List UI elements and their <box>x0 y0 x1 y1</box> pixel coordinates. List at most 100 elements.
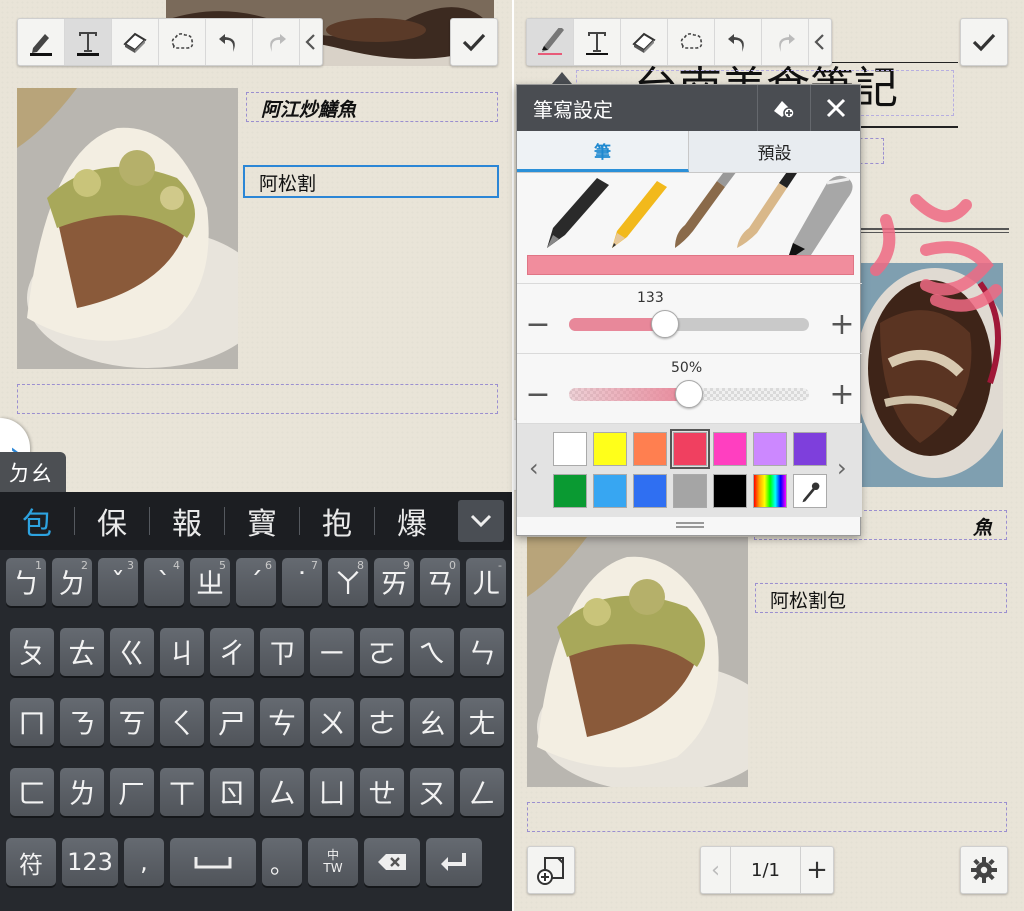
lasso-tool[interactable] <box>668 19 715 65</box>
color-swatch-4[interactable] <box>670 429 710 469</box>
key-1-9[interactable]: ㄞ9 <box>374 558 414 606</box>
key-4-4[interactable]: ㄒ <box>160 768 204 816</box>
symbol-key[interactable]: 符 <box>6 838 56 886</box>
pencil[interactable] <box>612 181 667 248</box>
palette-prev-button[interactable]: ‹ <box>529 454 545 484</box>
collapse-toolbar-button[interactable] <box>809 19 831 65</box>
settings-button[interactable] <box>960 846 1008 894</box>
candidate-4[interactable]: 寶 <box>225 499 299 543</box>
key-1-6[interactable]: ˊ6 <box>236 558 276 606</box>
key-1-11[interactable]: ㄦ- <box>466 558 506 606</box>
key-2-2[interactable]: ㄊ <box>60 628 104 676</box>
tab-pen[interactable]: 筆 <box>517 131 689 172</box>
done-button[interactable] <box>450 18 498 66</box>
marker-pen[interactable] <box>737 173 797 248</box>
eyedropper-button[interactable] <box>793 474 827 508</box>
expand-candidates-button[interactable] <box>458 500 504 542</box>
number-key[interactable]: 123 <box>62 838 118 886</box>
opacity-decrease-button[interactable]: − <box>525 377 551 412</box>
fill-settings-button[interactable] <box>757 85 807 131</box>
caption-text-box[interactable]: 阿松割包 <box>755 583 1007 613</box>
candidate-2[interactable]: 保 <box>75 499 149 543</box>
color-swatch-2[interactable] <box>593 432 627 466</box>
key-2-7[interactable]: ㄧ <box>310 628 354 676</box>
period-key[interactable]: 。 <box>262 838 302 886</box>
key-3-1[interactable]: ㄇ <box>10 698 54 746</box>
key-1-1[interactable]: ㄅ1 <box>6 558 46 606</box>
key-1-2[interactable]: ㄉ2 <box>52 558 92 606</box>
lasso-tool[interactable] <box>159 19 206 65</box>
key-4-1[interactable]: ㄈ <box>10 768 54 816</box>
key-2-4[interactable]: ㄐ <box>160 628 204 676</box>
text-tool[interactable] <box>65 19 112 65</box>
opacity-increase-button[interactable]: + <box>829 377 855 412</box>
collapse-toolbar-button[interactable] <box>300 19 322 65</box>
key-4-5[interactable]: ㄖ <box>210 768 254 816</box>
custom-color-swatch[interactable] <box>753 474 787 508</box>
key-2-3[interactable]: ㄍ <box>110 628 154 676</box>
opacity-slider-thumb[interactable] <box>675 380 703 408</box>
color-swatch-9[interactable] <box>593 474 627 508</box>
key-3-9[interactable]: ㄠ <box>410 698 454 746</box>
eraser-tool[interactable] <box>112 19 159 65</box>
key-3-8[interactable]: ㄜ <box>360 698 404 746</box>
text-tool[interactable] <box>574 19 621 65</box>
key-3-2[interactable]: ㄋ <box>60 698 104 746</box>
focused-text-box[interactable]: 阿松割 <box>243 165 499 198</box>
key-4-9[interactable]: ㄡ <box>410 768 454 816</box>
candidate-6[interactable]: 爆 <box>375 499 449 543</box>
key-3-7[interactable]: ㄨ <box>310 698 354 746</box>
language-key[interactable]: 中 TW <box>308 838 358 886</box>
key-3-3[interactable]: ㄎ <box>110 698 154 746</box>
done-button[interactable] <box>960 18 1008 66</box>
color-swatch-12[interactable] <box>713 474 747 508</box>
pen-tool[interactable] <box>527 19 574 65</box>
key-2-5[interactable]: ㄔ <box>210 628 254 676</box>
close-popup-button[interactable] <box>810 85 860 131</box>
right-empty-text-box[interactable] <box>527 802 1007 832</box>
key-1-4[interactable]: ˋ4 <box>144 558 184 606</box>
palette-next-button[interactable]: › <box>837 454 853 484</box>
color-swatch-10[interactable] <box>633 474 667 508</box>
size-slider-track[interactable] <box>569 318 809 331</box>
key-1-10[interactable]: ㄢ0 <box>420 558 460 606</box>
key-4-10[interactable]: ㄥ <box>460 768 504 816</box>
enter-key[interactable] <box>426 838 482 886</box>
key-3-10[interactable]: ㄤ <box>460 698 504 746</box>
key-1-5[interactable]: ㄓ5 <box>190 558 230 606</box>
key-1-8[interactable]: ㄚ8 <box>328 558 368 606</box>
key-2-1[interactable]: ㄆ <box>10 628 54 676</box>
candidate-1[interactable]: 包 <box>0 499 74 543</box>
key-2-10[interactable]: ㄣ <box>460 628 504 676</box>
candidate-3[interactable]: 報 <box>150 499 224 543</box>
brush-pen[interactable] <box>675 173 737 248</box>
fountain-pen[interactable] <box>787 175 853 261</box>
prev-page-button[interactable]: ‹ <box>701 847 731 893</box>
color-swatch-7[interactable] <box>793 432 827 466</box>
redo-button[interactable] <box>253 19 300 65</box>
color-swatch-3[interactable] <box>633 432 667 466</box>
eraser-tool[interactable] <box>621 19 668 65</box>
empty-text-box[interactable] <box>17 384 498 414</box>
backspace-key[interactable] <box>364 838 420 886</box>
size-slider-thumb[interactable] <box>651 310 679 338</box>
color-swatch-8[interactable] <box>553 474 587 508</box>
comma-key[interactable]: , <box>124 838 164 886</box>
key-3-4[interactable]: ㄑ <box>160 698 204 746</box>
add-page-button[interactable] <box>527 846 575 894</box>
key-4-8[interactable]: ㄝ <box>360 768 404 816</box>
key-3-5[interactable]: ㄕ <box>210 698 254 746</box>
tab-preset[interactable]: 預設 <box>689 131 860 172</box>
key-4-6[interactable]: ㄙ <box>260 768 304 816</box>
key-2-6[interactable]: ㄗ <box>260 628 304 676</box>
key-3-6[interactable]: ㄘ <box>260 698 304 746</box>
undo-button[interactable] <box>715 19 762 65</box>
ballpoint-pen[interactable] <box>547 178 609 248</box>
candidate-5[interactable]: 抱 <box>300 499 374 543</box>
redo-button[interactable] <box>762 19 809 65</box>
add-page-plus-button[interactable]: + <box>801 847 833 893</box>
space-key[interactable] <box>170 838 256 886</box>
key-2-8[interactable]: ㄛ <box>360 628 404 676</box>
color-swatch-11[interactable] <box>673 474 707 508</box>
popup-resize-handle[interactable] <box>517 515 862 535</box>
